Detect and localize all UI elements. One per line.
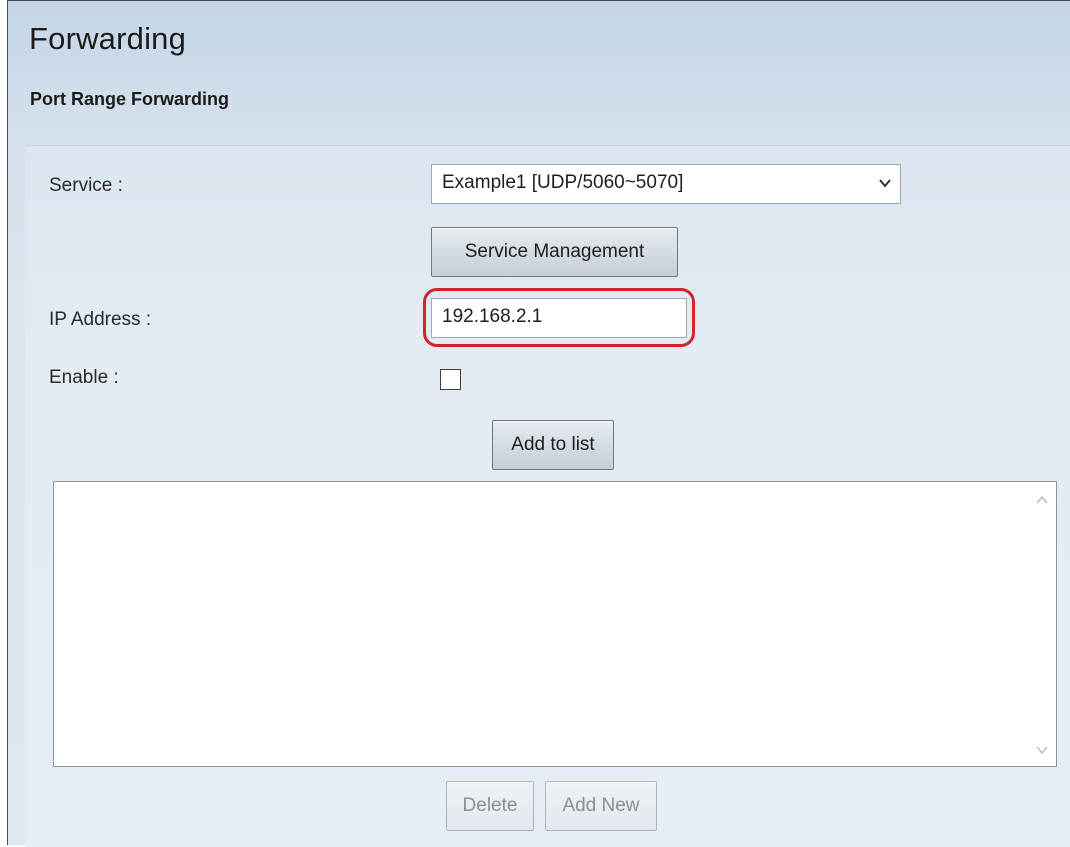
enable-label: Enable : xyxy=(49,367,119,388)
forwarding-window: Forwarding Port Range Forwarding Service… xyxy=(7,0,1070,847)
delete-button[interactable]: Delete xyxy=(446,781,534,831)
service-select[interactable]: Example1 [UDP/5060~5070] xyxy=(431,164,901,204)
service-label: Service : xyxy=(49,175,123,196)
scroll-down-icon[interactable] xyxy=(1034,744,1050,756)
forwarding-list[interactable] xyxy=(53,481,1057,767)
enable-checkbox[interactable] xyxy=(440,369,461,390)
ip-address-input[interactable]: 192.168.2.1 xyxy=(431,298,687,338)
page-title: Forwarding xyxy=(29,21,187,56)
delete-button-label: Delete xyxy=(462,795,518,816)
chevron-down-icon xyxy=(879,179,891,188)
scroll-up-icon[interactable] xyxy=(1034,494,1050,506)
add-new-button[interactable]: Add New xyxy=(545,781,657,831)
add-to-list-button[interactable]: Add to list xyxy=(492,420,614,470)
add-new-button-label: Add New xyxy=(562,795,640,816)
service-management-button-label: Service Management xyxy=(464,241,645,262)
section-title: Port Range Forwarding xyxy=(30,89,230,109)
service-select-value: Example1 [UDP/5060~5070] xyxy=(442,172,684,193)
ip-address-label: IP Address : xyxy=(49,309,152,330)
service-management-button[interactable]: Service Management xyxy=(431,227,678,277)
add-to-list-button-label: Add to list xyxy=(511,434,595,455)
